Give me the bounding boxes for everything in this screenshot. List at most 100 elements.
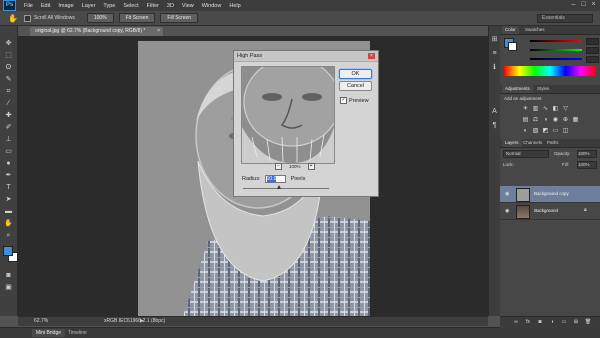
lasso-tool-icon[interactable]: ʘ — [4, 64, 13, 72]
visibility-eye-icon[interactable]: ◉ — [505, 191, 509, 197]
blend-mode-select[interactable]: Normal — [503, 150, 549, 158]
new-group-icon[interactable]: ▭ — [560, 319, 568, 325]
menu-type[interactable]: Type — [99, 3, 119, 9]
posterize-icon[interactable]: ▨ — [532, 128, 539, 135]
screen-mode-icon[interactable]: ▣ — [4, 284, 13, 292]
scroll-all-checkbox[interactable] — [23, 14, 31, 22]
preview-option[interactable]: ✓ Preview — [340, 97, 369, 104]
panel-background-swatch[interactable] — [508, 42, 517, 51]
eyedropper-tool-icon[interactable]: ⁄ — [4, 100, 13, 108]
marquee-tool-icon[interactable]: ⬚ — [4, 52, 13, 60]
photo-filter-icon[interactable]: ◉ — [552, 117, 559, 124]
exposure-icon[interactable]: ◧ — [552, 106, 559, 113]
brightness-icon[interactable]: ☀ — [522, 106, 529, 113]
layer-name[interactable]: Background copy — [534, 191, 569, 196]
menu-image[interactable]: Image — [54, 3, 77, 9]
tab-mini-bridge[interactable]: Mini Bridge — [32, 329, 66, 337]
properties-panel-icon[interactable]: ≡ — [490, 50, 499, 58]
menu-3d[interactable]: 3D — [163, 3, 178, 9]
workspace-select[interactable]: Essentials — [537, 14, 593, 23]
menu-view[interactable]: View — [178, 3, 198, 9]
selective-color-icon[interactable]: ◫ — [562, 128, 569, 135]
blue-value[interactable] — [586, 56, 599, 63]
link-layers-icon[interactable]: ∞ — [512, 319, 520, 325]
quick-select-tool-icon[interactable]: ✎ — [4, 76, 13, 84]
ok-button[interactable]: OK — [339, 69, 372, 79]
tab-color[interactable]: Color — [502, 26, 519, 34]
zoom-in-button[interactable]: + — [307, 163, 315, 170]
maximize-icon[interactable]: □ — [579, 1, 588, 9]
delete-layer-icon[interactable]: 🗑︎ — [584, 319, 592, 325]
menu-file[interactable]: File — [20, 3, 37, 9]
move-tool-icon[interactable]: ✥ — [4, 40, 13, 48]
zoom-readout[interactable]: 62.7% — [34, 317, 48, 326]
new-layer-icon[interactable]: ⊞ — [572, 319, 580, 325]
quick-mask-icon[interactable]: ◙ — [4, 272, 13, 280]
zoom-tool-icon[interactable]: ⌕ — [4, 232, 13, 240]
crop-tool-icon[interactable]: ⌗ — [4, 88, 13, 96]
hue-saturation-icon[interactable]: ▤ — [522, 117, 529, 124]
history-panel-icon[interactable]: ⊞ — [490, 36, 499, 44]
type-tool-icon[interactable]: T — [4, 184, 13, 192]
color-ramp[interactable] — [504, 66, 596, 76]
tab-styles[interactable]: Styles — [534, 85, 552, 93]
tab-swatches[interactable]: Swatches — [522, 26, 548, 34]
tab-layers[interactable]: Layers — [502, 139, 522, 147]
radius-slider-knob[interactable] — [277, 185, 281, 189]
menu-help[interactable]: Help — [225, 3, 244, 9]
threshold-icon[interactable]: ◩ — [542, 128, 549, 135]
radius-slider[interactable] — [243, 185, 329, 189]
blur-tool-icon[interactable]: ● — [4, 160, 13, 168]
tab-adjustments[interactable]: Adjustments — [502, 85, 533, 93]
foreground-color-swatch[interactable] — [3, 246, 13, 256]
fill-value[interactable]: 100% — [577, 161, 597, 169]
levels-icon[interactable]: ▥ — [532, 106, 539, 113]
document-tab[interactable]: original.jpg @ 62.7% (Background copy, R… — [30, 27, 163, 36]
red-slider[interactable] — [530, 40, 582, 42]
menu-window[interactable]: Window — [198, 3, 226, 9]
eraser-tool-icon[interactable]: ▭ — [4, 148, 13, 156]
invert-icon[interactable]: ◐ — [522, 128, 529, 135]
layer-style-icon[interactable]: fx — [524, 319, 532, 325]
green-value[interactable] — [586, 47, 599, 54]
layer-row-background[interactable]: ◉ Background 🔒︎ — [500, 203, 600, 220]
menu-edit[interactable]: Edit — [37, 3, 54, 9]
close-document-icon[interactable]: × — [157, 27, 160, 36]
menu-layer[interactable]: Layer — [78, 3, 100, 9]
clone-stamp-icon[interactable]: ⊥ — [4, 136, 13, 144]
gradient-map-icon[interactable]: ▭ — [552, 128, 559, 135]
color-balance-icon[interactable]: ⚖ — [532, 117, 539, 124]
fit-screen-button[interactable]: Fit Screen — [118, 13, 156, 23]
red-value[interactable] — [586, 38, 599, 45]
blue-slider[interactable] — [530, 58, 582, 60]
tab-timeline[interactable]: Timeline — [64, 329, 91, 337]
add-mask-icon[interactable]: ◙ — [536, 319, 544, 325]
tab-paths[interactable]: Paths — [544, 139, 562, 147]
color-lookup-icon[interactable]: ▦ — [572, 117, 579, 124]
fill-screen-button[interactable]: Fill Screen — [160, 13, 199, 23]
minimize-icon[interactable]: – — [569, 1, 578, 9]
filter-preview[interactable] — [241, 66, 335, 164]
zoom-out-button[interactable]: − — [275, 163, 282, 170]
visibility-eye-icon[interactable]: ◉ — [505, 208, 509, 214]
close-icon[interactable]: × — [589, 1, 598, 9]
healing-brush-icon[interactable]: ✚ — [4, 112, 13, 120]
green-slider[interactable] — [530, 49, 582, 51]
cancel-button[interactable]: Cancel — [339, 81, 372, 91]
menu-filter[interactable]: Filter — [143, 3, 163, 9]
brush-tool-icon[interactable]: ✐ — [4, 124, 13, 132]
opacity-value[interactable]: 100% — [577, 150, 597, 158]
close-icon[interactable]: × — [368, 53, 375, 59]
hand-tool-icon[interactable]: ✋ — [4, 220, 13, 228]
new-adjustment-icon[interactable]: ◑ — [548, 319, 556, 325]
zoom-100-button[interactable]: 100% — [86, 13, 114, 23]
shape-tool-icon[interactable]: ▬ — [4, 208, 13, 216]
menu-select[interactable]: Select — [119, 3, 142, 9]
status-arrow-icon[interactable]: ▶ — [140, 317, 144, 326]
vibrance-icon[interactable]: ▽ — [562, 106, 569, 113]
preview-checkbox[interactable]: ✓ — [340, 97, 347, 104]
curves-icon[interactable]: ∿ — [542, 106, 549, 113]
character-panel-icon[interactable]: A — [490, 108, 499, 116]
radius-input[interactable]: 10.0 — [264, 175, 286, 183]
channel-mixer-icon[interactable]: ⊕ — [562, 117, 569, 124]
